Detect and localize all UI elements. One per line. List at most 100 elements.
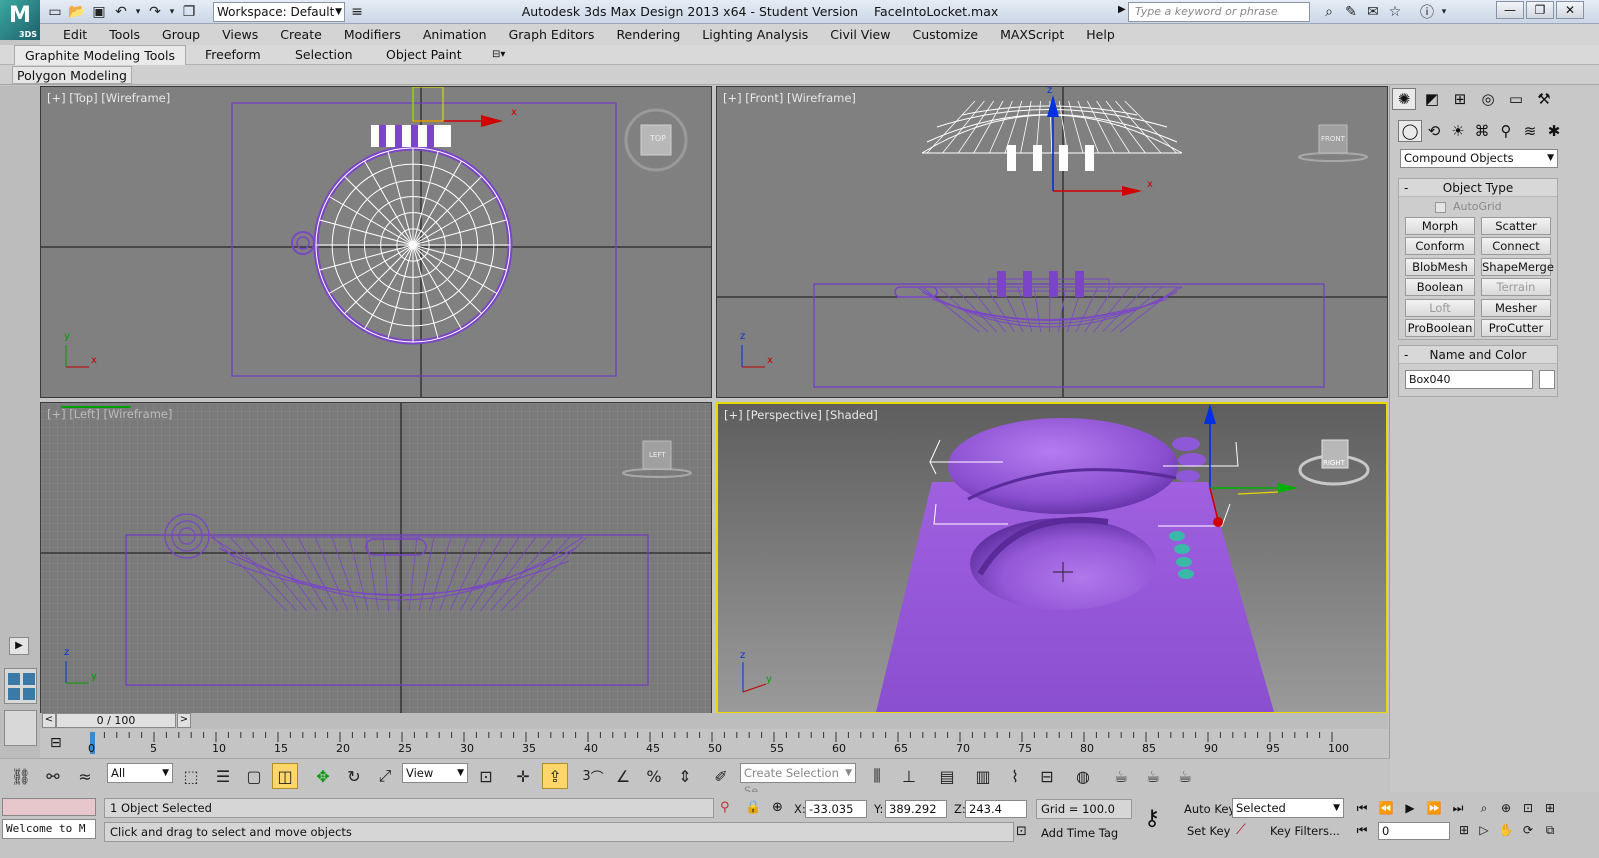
maxscript-input[interactable]: Welcome to M [2, 819, 96, 839]
menu-civil-view[interactable]: Civil View [819, 24, 901, 45]
auto-key-button[interactable]: Auto Key [1184, 800, 1235, 818]
zoom-all-icon[interactable]: ⊕ [1496, 798, 1516, 818]
rectangular-selection-icon[interactable]: ▢ [241, 763, 267, 789]
object-category-dropdown[interactable]: Compound Objects ▼ [1400, 149, 1558, 168]
binoculars-icon[interactable]: ⌕ [1318, 1, 1340, 23]
prev-frame-button[interactable]: < [42, 713, 56, 728]
tab-object-paint[interactable]: Object Paint [386, 45, 462, 65]
menu-animation[interactable]: Animation [412, 24, 498, 45]
align-icon[interactable]: ⊥ [896, 763, 922, 789]
morph-button[interactable]: Morph [1405, 217, 1475, 235]
orbit-icon[interactable]: ⟳ [1518, 820, 1538, 840]
window-crossing-icon[interactable]: ◫ [272, 763, 298, 789]
layer-manager-icon[interactable]: ▤ [934, 763, 960, 789]
menu-group[interactable]: Group [151, 24, 211, 45]
manipulate-icon[interactable]: ✛ [510, 763, 536, 789]
curve-editor-icon[interactable]: ⊟ [50, 735, 62, 751]
zoom-icon[interactable]: ⌕ [1474, 798, 1494, 818]
menu-edit[interactable]: Edit [52, 24, 98, 45]
viewport-top[interactable]: [+] [Top] [Wireframe] TOP x y x [40, 86, 712, 398]
viewcube-top[interactable]: TOP [650, 134, 666, 143]
snaps-toggle-icon[interactable]: 3 ⌒ [580, 763, 606, 789]
select-and-rotate-icon[interactable]: ↻ [341, 763, 367, 789]
autogrid-checkbox[interactable]: AutoGrid [1435, 200, 1545, 216]
z-coordinate-input[interactable]: 243.4 [965, 800, 1027, 818]
tab-graphite-modeling-tools[interactable]: Graphite Modeling Tools [14, 45, 186, 65]
unlink-icon[interactable]: ⚯ [40, 763, 66, 789]
maximize-icon[interactable]: ❐ [1526, 1, 1554, 19]
help-dropdown-icon[interactable]: ▾ [1438, 1, 1450, 23]
hierarchy-panel-icon[interactable]: ⊞ [1448, 88, 1472, 110]
viewcube-front[interactable]: FRONT [1321, 135, 1345, 143]
current-frame-input[interactable]: 0 [1378, 822, 1450, 840]
viewport-label-top[interactable]: [+] [Top] [Wireframe] [47, 91, 170, 105]
play-expand-icon[interactable]: ▶ [9, 637, 29, 655]
mesher-button[interactable]: Mesher [1481, 299, 1551, 317]
quick-access-menu-icon[interactable]: ≡ [346, 1, 368, 23]
geometry-icon[interactable]: ◯ [1398, 120, 1422, 142]
menu-create[interactable]: Create [269, 24, 333, 45]
select-and-scale-icon[interactable]: ⤢ [372, 763, 398, 789]
menu-views[interactable]: Views [211, 24, 269, 45]
viewport-label-front[interactable]: [+] [Front] [Wireframe] [723, 91, 856, 105]
rendered-frame-window-icon[interactable]: ☕ [1140, 763, 1166, 789]
save-icon[interactable]: ▣ [88, 1, 110, 23]
viewport-label-left[interactable]: [+] [Left] [Wireframe] [47, 407, 172, 421]
render-production-icon[interactable]: ☕ [1172, 763, 1198, 789]
redo-dropdown-icon[interactable]: ▾ [166, 1, 178, 23]
new-file-icon[interactable]: ▭ [44, 1, 66, 23]
name-and-color-header[interactable]: - Name and Color [1399, 346, 1557, 364]
schematic-view-icon[interactable]: ⊟ [1034, 763, 1060, 789]
viewport-left[interactable]: [+] [Left] [Wireframe] LEFT z y [40, 402, 712, 714]
viewport-label-perspective[interactable]: [+] [Perspective] [Shaded] [724, 408, 878, 422]
field-of-view-icon[interactable]: ▷ [1474, 820, 1494, 840]
tab-selection[interactable]: Selection [295, 45, 353, 65]
viewport-perspective[interactable]: [+] [Perspective] [Shaded] RIGHT z y [716, 402, 1388, 714]
loft-button[interactable]: Loft [1405, 299, 1475, 317]
minimize-icon[interactable]: — [1496, 1, 1524, 19]
go-to-end-icon[interactable]: ⏭ [1448, 798, 1468, 818]
select-by-name-icon[interactable]: ☰ [210, 763, 236, 789]
render-setup-icon[interactable]: ☕ [1108, 763, 1134, 789]
select-object-icon[interactable]: ⬚ [178, 763, 204, 789]
motion-panel-icon[interactable]: ◎ [1476, 88, 1500, 110]
menu-tools[interactable]: Tools [98, 24, 151, 45]
modify-panel-icon[interactable]: ◩ [1420, 88, 1444, 110]
search-expand-icon[interactable]: ▶ [1118, 4, 1126, 15]
material-editor-icon[interactable]: ◍ [1070, 763, 1096, 789]
menu-maxscript[interactable]: MAXScript [989, 24, 1075, 45]
menu-rendering[interactable]: Rendering [605, 24, 691, 45]
menu-graph-editors[interactable]: Graph Editors [498, 24, 606, 45]
select-and-move-icon[interactable]: ✥ [310, 763, 336, 789]
time-tag-icon[interactable]: ⊡ [1016, 824, 1027, 839]
undo-icon[interactable]: ↶ [110, 1, 132, 23]
viewcube-left[interactable]: LEFT [649, 451, 666, 459]
undo-dropdown-icon[interactable]: ▾ [132, 1, 144, 23]
connect-button[interactable]: Connect [1481, 237, 1551, 255]
shapes-icon[interactable]: ⟲ [1422, 120, 1446, 142]
viewport-layout-icon[interactable] [4, 668, 37, 704]
help-icon[interactable]: ⓘ [1416, 1, 1438, 23]
set-key-button[interactable]: Set Key [1187, 822, 1230, 840]
go-to-start-icon[interactable]: ⏮ [1352, 798, 1372, 818]
key-mode-toggle-icon[interactable]: ⏮ [1352, 820, 1372, 840]
named-selection-sets-dropdown[interactable]: Create Selection Se ▼ [740, 763, 856, 798]
next-frame-button[interactable]: > [177, 713, 191, 728]
app-logo[interactable]: M 3DS [0, 0, 40, 40]
object-type-header[interactable]: - Object Type [1399, 179, 1557, 197]
edit-named-selection-icon[interactable]: ✐ [708, 763, 734, 789]
maximize-viewport-icon[interactable]: ⧉ [1540, 820, 1560, 840]
select-and-link-icon[interactable]: ⛓ [8, 763, 34, 789]
terrain-button[interactable]: Terrain [1481, 278, 1551, 296]
viewcube-right[interactable]: RIGHT [1323, 459, 1345, 467]
set-key-icon[interactable]: ⟋ [1236, 822, 1246, 838]
next-frame-icon[interactable]: ⏩ [1424, 798, 1444, 818]
proboolean-button[interactable]: ProBoolean [1405, 319, 1475, 337]
display-panel-icon[interactable]: ▭ [1504, 88, 1528, 110]
selection-filter-dropdown[interactable]: All ▼ [107, 763, 173, 783]
boolean-button[interactable]: Boolean [1405, 278, 1475, 296]
x-coordinate-input[interactable]: -33.035 [805, 800, 867, 818]
utilities-panel-icon[interactable]: ⚒ [1532, 88, 1556, 110]
add-time-tag-button[interactable]: Add Time Tag [1041, 824, 1118, 842]
tab-freeform[interactable]: Freeform [205, 45, 261, 65]
